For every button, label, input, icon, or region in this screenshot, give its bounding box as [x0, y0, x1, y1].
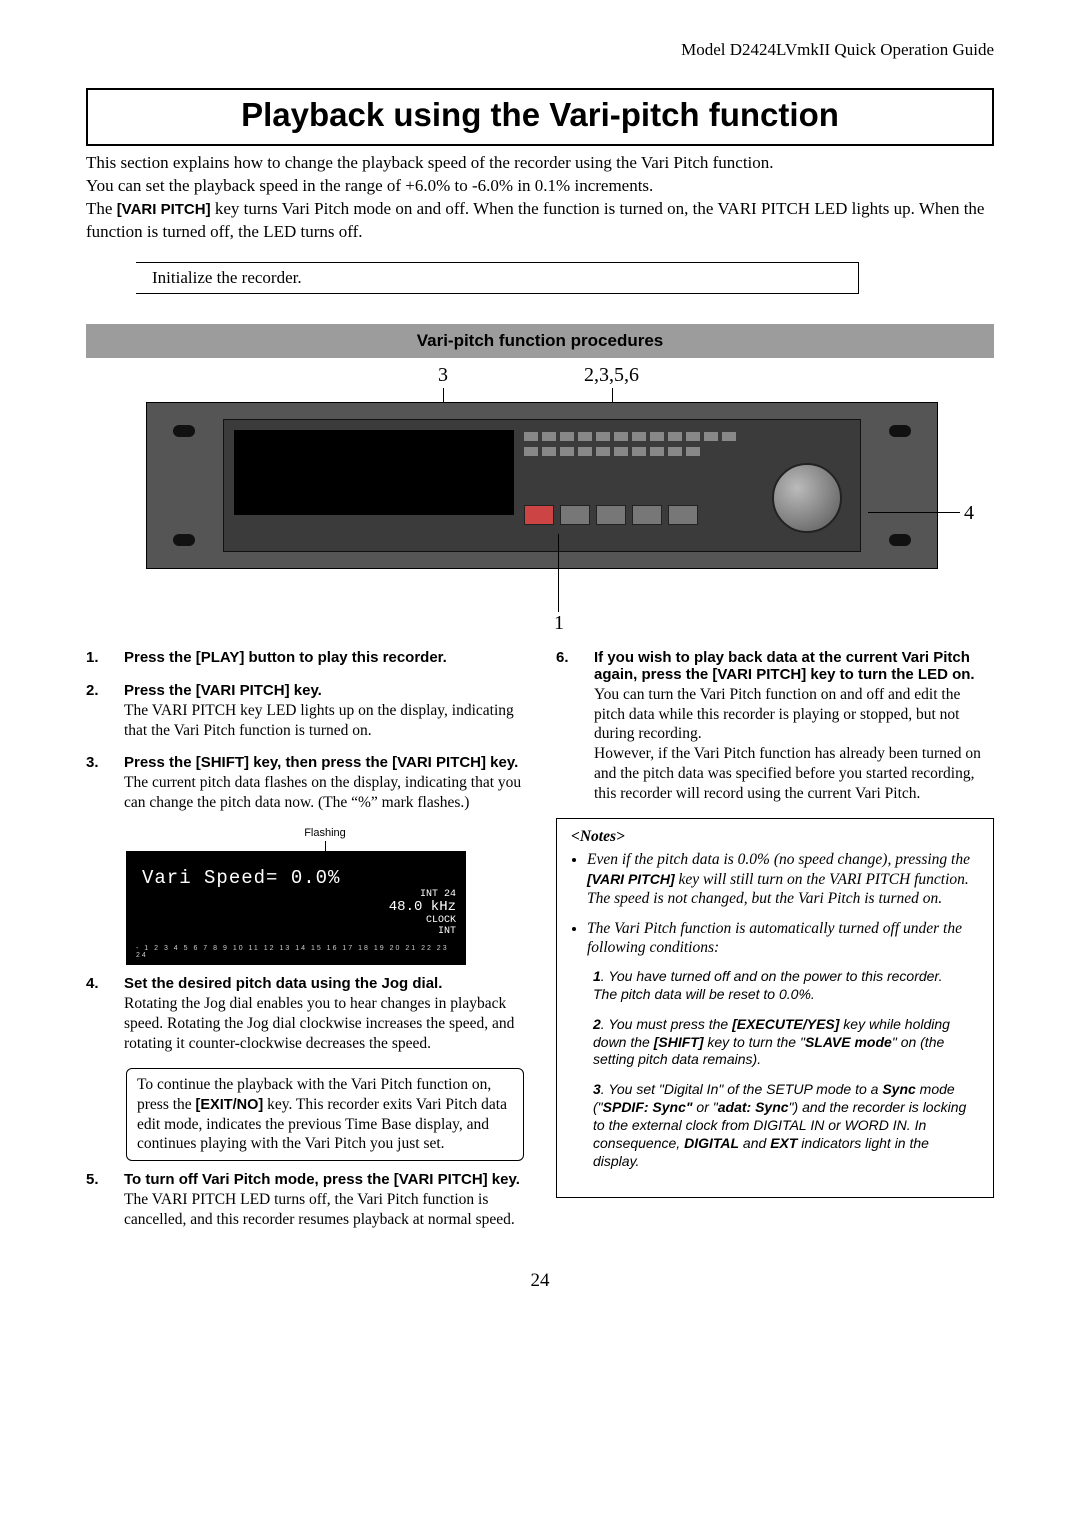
step-head: Press the [PLAY] button to play this rec… [124, 649, 524, 666]
callout-2356: 2,3,5,6 [584, 364, 639, 387]
intro-text: This section explains how to change the … [86, 152, 994, 244]
rack-hole-icon [889, 425, 911, 437]
step-text: The VARI PITCH LED turns off, the Vari P… [124, 1190, 524, 1230]
step-text: Rotating the Jog dial enables you to hea… [124, 994, 524, 1053]
flashing-tick [325, 841, 326, 851]
flashing-label: Flashing [126, 827, 524, 839]
step-2: 2. Press the [VARI PITCH] key. The VARI … [86, 682, 524, 741]
ns3k2: SPDIF: Sync" [603, 1099, 693, 1115]
initialize-box: Initialize the recorder. [136, 262, 859, 294]
record-button-icon [524, 505, 554, 525]
notes-bullet-1: Even if the pitch data is 0.0% (no speed… [587, 850, 979, 909]
step-text-1: You can turn the Vari Pitch function on … [594, 685, 994, 744]
ns3k3: adat: Sync [718, 1099, 789, 1115]
step-3: 3. Press the [SHIFT] key, then press the… [86, 754, 524, 813]
nb1a: Even if the pitch data is 0.0% (no speed… [587, 851, 970, 868]
ns2k1: [EXECUTE/YES] [732, 1016, 839, 1032]
page-number: 24 [86, 1270, 994, 1292]
leader-4 [868, 512, 960, 513]
play-button-icon [596, 505, 626, 525]
nb1key: [VARI PITCH] [587, 871, 675, 887]
rack-hole-icon [173, 425, 195, 437]
step-head: Press the [VARI PITCH] key. [124, 682, 524, 699]
step-1: 1. Press the [PLAY] button to play this … [86, 649, 524, 668]
ns2n: 2 [593, 1016, 601, 1032]
callout-1: 1 [554, 612, 564, 635]
left-column: 1. Press the [PLAY] button to play this … [86, 649, 524, 1244]
rack-hole-icon [889, 534, 911, 546]
notes-box: <Notes> Even if the pitch data is 0.0% (… [556, 818, 994, 1198]
leader-1 [558, 534, 559, 612]
inset-key: [EXIT/NO] [196, 1097, 264, 1113]
right-column: 6. If you wish to play back data at the … [556, 649, 994, 1244]
device-diagram: 3 2,3,5,6 [86, 362, 994, 637]
step-head: If you wish to play back data at the cur… [594, 649, 994, 683]
lcd-48khz: 48.0 kHz [389, 899, 456, 915]
lcd-screen: Vari Speed= 0.0% INT 24 48.0 kHz CLOCK I… [126, 851, 466, 965]
rack-hole-icon [173, 534, 195, 546]
ns3c: or " [693, 1099, 718, 1115]
ns3e: and [739, 1135, 770, 1151]
notes-sub-2: 2. You must press the [EXECUTE/YES] key … [593, 1016, 979, 1070]
ns3a: . You set "Digital In" of the SETUP mode… [601, 1081, 883, 1097]
step-num: 1. [86, 649, 106, 668]
ns3n: 3 [593, 1081, 601, 1097]
step-num: 5. [86, 1171, 106, 1230]
device-inner-panel [223, 419, 861, 552]
intro-key: [VARI PITCH] [117, 201, 211, 218]
ns3k5: EXT [770, 1135, 797, 1151]
step-head: Press the [SHIFT] key, then press the [V… [124, 754, 524, 771]
intro-l2: You can set the playback speed in the ra… [86, 176, 653, 195]
lcd-inset: Flashing Vari Speed= 0.0% INT 24 48.0 kH… [126, 827, 524, 965]
ns2k2: [SHIFT] [654, 1034, 704, 1050]
ns3k4: DIGITAL [684, 1135, 739, 1151]
ffwd-button-icon [668, 505, 698, 525]
lcd-clock: CLOCK [426, 915, 456, 926]
ns2a: . You must press the [601, 1016, 732, 1032]
device-front-panel [146, 402, 938, 569]
notes-sub-1: 1. You have turned off and on the power … [593, 968, 979, 1004]
step-head: Set the desired pitch data using the Jog… [124, 975, 524, 992]
step-text-2: However, if the Vari Pitch function has … [594, 744, 994, 803]
device-screen [234, 430, 514, 515]
step-6: 6. If you wish to play back data at the … [556, 649, 994, 804]
notes-bullet-2: The Vari Pitch function is automatically… [587, 919, 979, 958]
notes-sub-3: 3. You set "Digital In" of the SETUP mod… [593, 1081, 979, 1171]
lcd-int: INT [438, 926, 456, 937]
jog-dial-icon [772, 463, 842, 533]
step-4: 4. Set the desired pitch data using the … [86, 975, 524, 1053]
step-num: 2. [86, 682, 106, 741]
callout-3: 3 [438, 364, 448, 387]
rew-button-icon [632, 505, 662, 525]
page-title: Playback using the Vari-pitch function [86, 88, 994, 146]
step-num: 4. [86, 975, 106, 1053]
step-head: To turn off Vari Pitch mode, press the [… [124, 1171, 524, 1188]
step-text: The current pitch data flashes on the di… [124, 773, 524, 813]
lcd-track-numbers: - 1 2 3 4 5 6 7 8 9 10 11 12 13 14 15 16… [136, 945, 456, 959]
step-5: 5. To turn off Vari Pitch mode, press th… [86, 1171, 524, 1230]
step-num: 3. [86, 754, 106, 813]
header-model: Model D2424LVmkII Quick Operation Guide [86, 40, 994, 60]
procedures-header: Vari-pitch function procedures [86, 324, 994, 358]
intro-l3b: key turns Vari Pitch mode on and off. Wh… [86, 199, 984, 241]
callout-4: 4 [964, 502, 974, 525]
ns3k1: Sync [882, 1081, 915, 1097]
intro-l3a: The [86, 199, 117, 218]
transport-buttons [524, 505, 698, 525]
intro-l1: This section explains how to change the … [86, 153, 774, 172]
ns2c: key to turn the " [703, 1034, 804, 1050]
ns1n: 1 [593, 968, 601, 984]
stop-button-icon [560, 505, 590, 525]
ns2k3: SLAVE mode [805, 1034, 892, 1050]
continue-playback-box: To continue the playback with the Vari P… [126, 1068, 524, 1161]
step-num: 6. [556, 649, 576, 804]
ns1: . You have turned off and on the power t… [593, 968, 942, 1002]
notes-title: <Notes> [571, 827, 979, 847]
lcd-side-info: INT 24 48.0 kHz CLOCK INT [136, 889, 456, 937]
step-text: The VARI PITCH key LED lights up on the … [124, 701, 524, 741]
